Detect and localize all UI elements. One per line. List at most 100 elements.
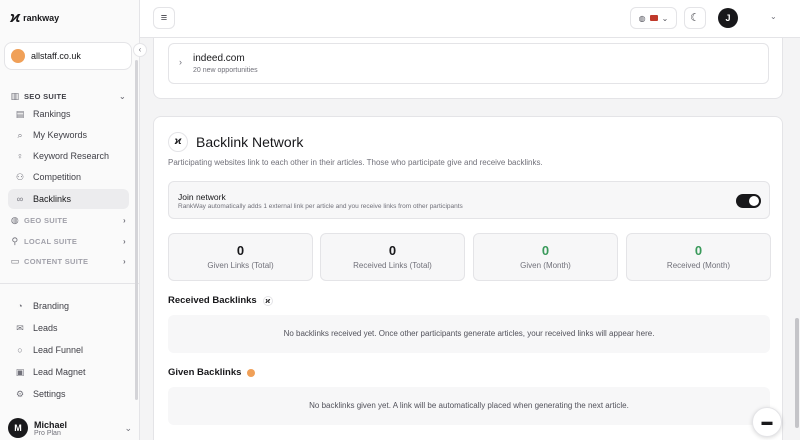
stat-label: Received (Month) <box>666 261 731 270</box>
logo-text: rankway <box>23 12 60 23</box>
top-bar: ≡ ◍ ⌄ ☾ J ⌄ <box>140 0 800 38</box>
sidebar-item-label: Rankings <box>33 109 71 119</box>
opportunities-card: › indeed.com 20 new opportunities <box>153 38 783 99</box>
site-favicon-icon <box>247 368 256 377</box>
chevron-down-icon[interactable]: ⌄ <box>770 12 777 21</box>
chevron-right-icon: › <box>123 237 126 246</box>
received-backlinks-heading: Received Backlinks ϰ <box>168 295 273 306</box>
stat-given-month: 0 Given (Month) <box>473 233 618 281</box>
sidebar-item-lead-magnet[interactable]: ▣ Lead Magnet <box>8 362 129 382</box>
moon-icon: ☾ <box>690 12 700 24</box>
join-network-subtitle: RankWay automatically adds 1 external li… <box>178 203 463 210</box>
sidebar-item-label: Backlinks <box>33 194 72 204</box>
user-menu[interactable]: M Michael Pro Plan ⌄ <box>8 418 132 438</box>
site-name: allstaff.co.uk <box>31 51 81 61</box>
stat-value: 0 <box>694 243 703 258</box>
toggle-knob <box>749 196 759 206</box>
menu-button[interactable]: ≡ <box>153 7 175 29</box>
content-suite-header[interactable]: ▭ CONTENT SUITE › <box>10 256 126 267</box>
join-network-toggle[interactable] <box>736 194 761 208</box>
hamburger-icon: ≡ <box>160 12 168 24</box>
sidebar-item-lead-funnel[interactable]: ○ Lead Funnel <box>8 340 129 360</box>
main-scrollbar[interactable] <box>795 318 799 428</box>
flag-icon <box>649 15 658 21</box>
local-suite-header[interactable]: ⚲ LOCAL SUITE › <box>10 236 126 247</box>
avatar: M <box>8 418 28 438</box>
collapse-sidebar-button[interactable]: ‹ <box>133 43 147 57</box>
seo-suite-label: SEO SUITE <box>24 92 67 101</box>
rankway-logo-icon: ϰ <box>168 132 188 152</box>
globe-icon: ◍ <box>10 215 20 225</box>
theme-toggle-button[interactable]: ☾ <box>684 7 706 29</box>
sidebar: ϰ rankway allstaff.co.uk ▥ SEO SUITE ⌄ ▤… <box>0 0 140 440</box>
sidebar-item-competition[interactable]: ⚇ Competition <box>8 167 129 187</box>
sidebar-item-label: Competition <box>33 172 82 182</box>
user-name: Michael <box>34 419 68 430</box>
chat-icon: ○ <box>17 345 23 355</box>
sidebar-item-backlinks[interactable]: ∞ Backlinks <box>8 189 129 209</box>
site-selector[interactable]: allstaff.co.uk <box>4 42 132 70</box>
sidebar-item-branding[interactable]: ◔ Branding <box>8 296 129 316</box>
stat-label: Received Links (Total) <box>353 261 432 270</box>
chart-icon: ▥ <box>10 91 20 101</box>
gift-icon: ▣ <box>15 366 25 377</box>
sidebar-item-label: Settings <box>33 389 66 399</box>
sidebar-item-label: Lead Funnel <box>33 345 84 355</box>
search-icon: ⌕ <box>17 129 23 140</box>
geo-suite-label: GEO SUITE <box>24 216 68 225</box>
local-suite-label: LOCAL SUITE <box>24 237 78 246</box>
bar-chart-icon: ▤ <box>15 108 25 119</box>
content-suite-label: CONTENT SUITE <box>24 257 89 266</box>
sidebar-item-my-keywords[interactable]: ⌕ My Keywords <box>8 125 129 145</box>
sidebar-scrollbar[interactable] <box>135 60 138 400</box>
chevron-right-icon: › <box>123 216 126 225</box>
given-backlinks-heading: Given Backlinks <box>168 367 256 378</box>
palette-icon: ◔ <box>17 301 23 311</box>
stat-label: Given Links (Total) <box>207 261 274 270</box>
page-title: Backlink Network <box>196 134 304 150</box>
given-backlinks-title: Given Backlinks <box>168 367 242 378</box>
users-icon: ⚇ <box>15 171 25 182</box>
brand-logo[interactable]: ϰ rankway <box>10 9 59 26</box>
opportunity-domain: indeed.com <box>193 53 245 64</box>
document-icon: ▭ <box>10 256 20 266</box>
join-network-title: Join network <box>178 192 226 202</box>
chevron-down-icon: ⌄ <box>118 92 126 101</box>
received-backlinks-title: Received Backlinks <box>168 295 257 306</box>
sidebar-item-settings[interactable]: ⚙ Settings <box>8 384 129 404</box>
sidebar-item-label: My Keywords <box>33 130 88 140</box>
avatar[interactable]: J <box>718 8 738 28</box>
mail-icon: ✉ <box>16 322 24 333</box>
sidebar-item-keyword-research[interactable]: ♀ Keyword Research <box>8 146 129 166</box>
chat-widget-button[interactable]: ▬ <box>752 407 782 437</box>
stat-value: 0 <box>388 243 397 258</box>
chevron-right-icon: › <box>179 57 182 67</box>
stat-label: Given (Month) <box>520 261 571 270</box>
received-backlinks-empty: No backlinks received yet. Once other pa… <box>168 315 770 353</box>
chevron-right-icon: › <box>123 257 126 266</box>
globe-icon: ◍ <box>638 13 646 23</box>
language-selector[interactable]: ◍ ⌄ <box>630 7 677 29</box>
sidebar-item-label: Lead Magnet <box>33 367 86 377</box>
site-favicon-icon <box>11 49 25 63</box>
given-backlinks-empty: No backlinks given yet. A link will be a… <box>168 387 770 425</box>
sidebar-divider <box>0 283 139 284</box>
stat-received-total: 0 Received Links (Total) <box>320 233 465 281</box>
map-pin-icon: ⚲ <box>11 236 19 246</box>
sidebar-item-rankings[interactable]: ▤ Rankings <box>8 104 129 124</box>
opportunity-row[interactable]: › indeed.com 20 new opportunities <box>168 43 769 84</box>
stat-received-month: 0 Received (Month) <box>626 233 771 281</box>
geo-suite-header[interactable]: ◍ GEO SUITE › <box>10 215 126 226</box>
chevron-down-icon: ⌄ <box>661 13 669 23</box>
lightbulb-icon: ♀ <box>16 151 24 161</box>
gear-icon: ⚙ <box>15 388 25 399</box>
seo-suite-header[interactable]: ▥ SEO SUITE ⌄ <box>10 91 126 102</box>
user-plan: Pro Plan <box>34 429 61 437</box>
section-description: Participating websites link to each othe… <box>168 158 543 167</box>
stat-value: 0 <box>236 243 245 258</box>
sidebar-item-leads[interactable]: ✉ Leads <box>8 318 129 338</box>
opportunity-subtitle: 20 new opportunities <box>193 67 258 74</box>
stat-given-total: 0 Given Links (Total) <box>168 233 313 281</box>
link-icon: ∞ <box>16 194 24 204</box>
logo-mark: ϰ <box>10 9 20 26</box>
